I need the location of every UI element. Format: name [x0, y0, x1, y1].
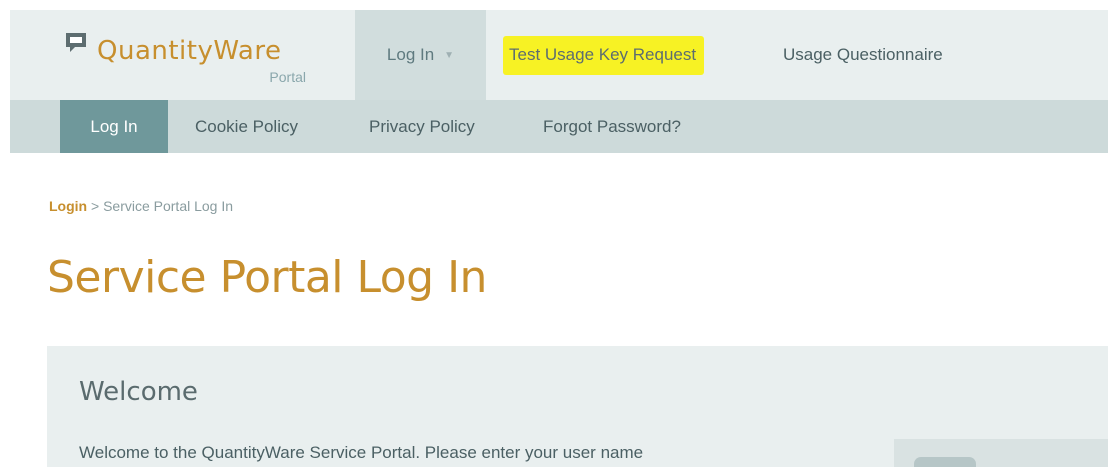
logo-wordmark: QuantityWare	[97, 36, 282, 66]
welcome-panel: Welcome Welcome to the QuantityWare Serv…	[47, 346, 1108, 467]
subnav-item-cookie-policy[interactable]: Cookie Policy	[195, 100, 298, 153]
side-panel-button[interactable]	[914, 457, 976, 467]
quantityware-logo[interactable]: QuantityWare Portal	[64, 26, 334, 92]
breadcrumb-login-link[interactable]: Login	[49, 198, 87, 214]
nav-login-dropdown[interactable]: Log In ▼	[355, 10, 486, 100]
nav-test-usage-key-label: Test Usage Key Request	[503, 35, 705, 75]
nav-test-usage-key-request[interactable]: Test Usage Key Request	[503, 10, 705, 100]
caret-down-icon: ▼	[444, 49, 455, 61]
logo-subtitle: Portal	[269, 69, 306, 85]
speech-bubble-icon	[66, 33, 86, 52]
subnav-item-forgot-password[interactable]: Forgot Password?	[543, 100, 681, 153]
breadcrumb-separator: >	[91, 198, 100, 214]
breadcrumb: Login > Service Portal Log In	[49, 197, 233, 215]
login-side-panel	[894, 439, 1108, 467]
nav-login-label: Log In	[386, 45, 435, 64]
welcome-heading: Welcome	[79, 377, 198, 407]
page-title: Service Portal Log In	[47, 252, 487, 303]
subnav-item-login[interactable]: Log In	[60, 100, 168, 153]
top-navigation-bar: QuantityWare Portal Log In ▼ Test Usage …	[10, 10, 1108, 100]
sub-navigation-bar: Log In Cookie Policy Privacy Policy Forg…	[10, 100, 1108, 153]
subnav-item-privacy-policy[interactable]: Privacy Policy	[369, 100, 475, 153]
nav-usage-questionnaire[interactable]: Usage Questionnaire	[783, 10, 943, 100]
breadcrumb-current: Service Portal Log In	[103, 198, 234, 214]
welcome-text: Welcome to the QuantityWare Service Port…	[79, 443, 644, 462]
